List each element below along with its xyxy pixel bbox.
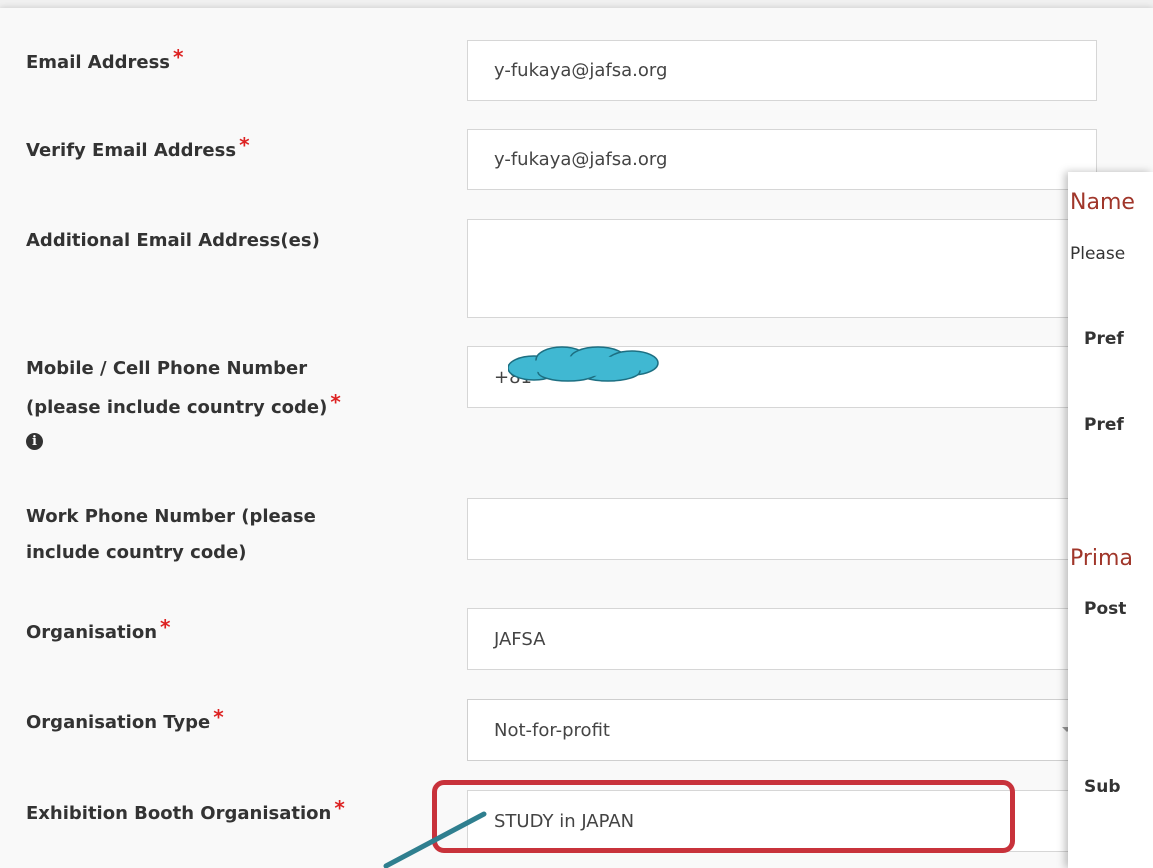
mobile-phone-info: i: [26, 423, 43, 457]
required-asterisk: *: [160, 615, 171, 639]
email-address-input[interactable]: y-fukaya@jafsa.org: [467, 40, 1097, 101]
organisation-type-select[interactable]: Not-for-profit: [467, 699, 1097, 761]
organisation-type-label: Organisation Type *: [26, 705, 224, 733]
redaction-cloud: [508, 346, 659, 382]
required-asterisk: *: [213, 705, 224, 729]
exhibition-booth-label: Exhibition Booth Organisation *: [26, 796, 345, 824]
primary-section-heading: Prima: [1070, 546, 1133, 571]
organisation-label: Organisation *: [26, 615, 171, 643]
additional-email-textarea[interactable]: [467, 219, 1097, 318]
name-section-heading: Name: [1070, 190, 1135, 215]
verify-email-value: y-fukaya@jafsa.org: [494, 149, 668, 170]
highlight-annotation-box: [432, 780, 1015, 853]
preferred-field-label-1: Pref: [1084, 329, 1124, 349]
work-phone-input[interactable]: [467, 498, 1097, 560]
suburb-field-label: Sub: [1084, 777, 1121, 797]
required-asterisk: *: [239, 133, 250, 157]
mobile-phone-label-line2: (please include country code) *: [26, 390, 341, 418]
mobile-phone-label-line1: Mobile / Cell Phone Number: [26, 358, 308, 379]
work-phone-label-line2: include country code): [26, 542, 247, 563]
name-details-panel: Name Please Pref Pref Prima Post Sub: [1068, 172, 1153, 868]
postal-field-label: Post: [1084, 599, 1127, 619]
info-icon[interactable]: i: [26, 433, 43, 450]
organisation-type-value: Not-for-profit: [494, 719, 610, 741]
required-asterisk: *: [330, 390, 341, 414]
required-asterisk: *: [334, 796, 345, 820]
additional-email-label: Additional Email Address(es): [26, 230, 320, 251]
organisation-value: JAFSA: [494, 628, 546, 650]
email-address-value: y-fukaya@jafsa.org: [494, 60, 668, 81]
required-asterisk: *: [173, 45, 184, 69]
callout-arrow-line: [383, 811, 487, 868]
verify-email-input[interactable]: y-fukaya@jafsa.org: [467, 129, 1097, 190]
verify-email-label: Verify Email Address *: [26, 133, 250, 161]
preferred-field-label-2: Pref: [1084, 415, 1124, 435]
name-section-instructions: Please: [1070, 244, 1126, 264]
organisation-input[interactable]: JAFSA: [467, 608, 1097, 670]
work-phone-label-line1: Work Phone Number (please: [26, 506, 316, 527]
email-address-label: Email Address *: [26, 45, 184, 73]
